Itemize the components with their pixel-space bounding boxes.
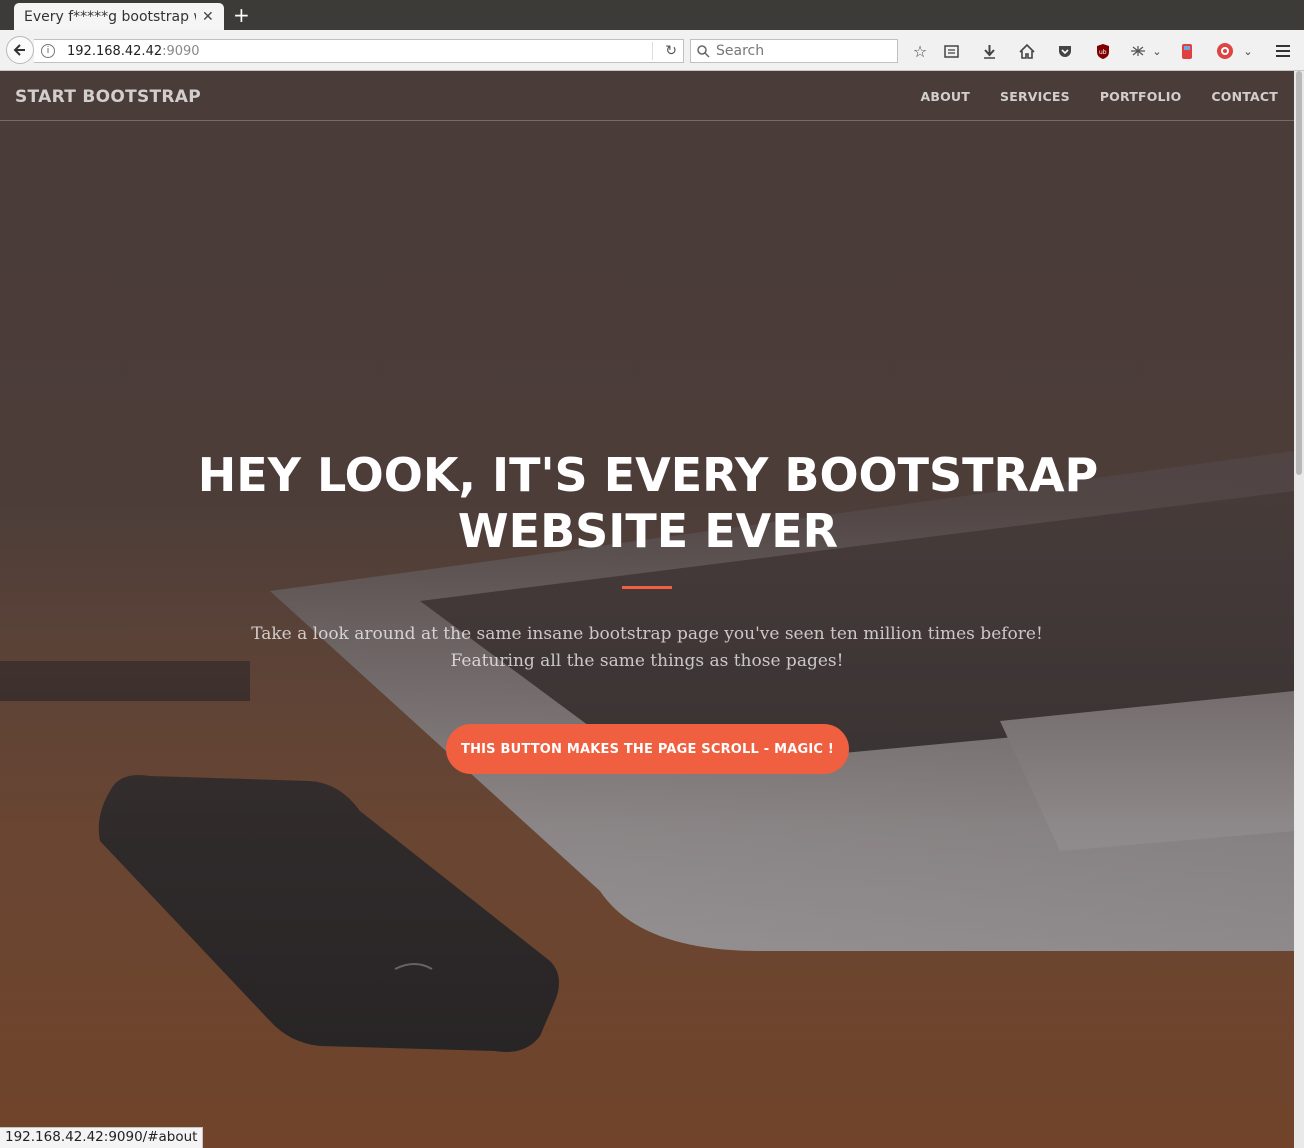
url-text: 192.168.42.42:9090 — [67, 44, 200, 59]
site-brand[interactable]: START BOOTSTRAP — [15, 87, 201, 107]
browser-toolbar: i 192.168.42.42:9090 ↻ Search ☆ ub ⌄ ⌄ — [0, 30, 1304, 71]
nav-portfolio[interactable]: PORTFOLIO — [1100, 89, 1182, 104]
url-bar[interactable]: i 192.168.42.42:9090 ↻ — [34, 39, 684, 63]
browser-tab[interactable]: Every f*****g bootstrap website ever ✕ — [14, 3, 224, 31]
nav-contact[interactable]: CONTACT — [1211, 89, 1278, 104]
nav-services[interactable]: SERVICES — [1000, 89, 1070, 104]
site-navbar: START BOOTSTRAP ABOUT SERVICES PORTFOLIO… — [0, 71, 1294, 121]
new-tab-button[interactable]: + — [233, 4, 250, 26]
pocket-icon[interactable] — [1054, 40, 1076, 62]
hero-heading: HEY LOOK, IT'S EVERY BOOTSTRAP WEBSITE E… — [197, 448, 1099, 558]
scrollbar-thumb[interactable] — [1296, 71, 1302, 475]
hero-subtitle: Take a look around at the same insane bo… — [251, 624, 1043, 671]
url-port: :9090 — [162, 43, 200, 59]
reader-list-icon[interactable] — [940, 40, 962, 62]
page-viewport: START BOOTSTRAP ABOUT SERVICES PORTFOLIO… — [0, 71, 1294, 1148]
url-host: 192.168.42.42 — [67, 43, 163, 59]
reload-icon[interactable]: ↻ — [665, 43, 677, 59]
download-icon[interactable] — [978, 40, 1000, 62]
status-url: 192.168.42.42:9090/#about — [0, 1127, 204, 1148]
url-separator — [652, 42, 653, 60]
site-menu: ABOUT SERVICES PORTFOLIO CONTACT — [890, 89, 1278, 104]
search-bar[interactable]: Search — [690, 39, 898, 63]
page-scrollbar[interactable] — [1294, 71, 1304, 1148]
site-info-icon[interactable]: i — [41, 44, 55, 58]
hero-divider — [622, 586, 672, 589]
home-icon[interactable] — [1016, 40, 1038, 62]
back-arrow-icon — [13, 44, 25, 56]
addon-icon[interactable] — [1214, 40, 1236, 62]
chevron-down-icon[interactable]: ⌄ — [1146, 40, 1168, 62]
scroll-cta-button[interactable]: THIS BUTTON MAKES THE PAGE SCROLL - MAGI… — [446, 724, 849, 774]
search-icon — [697, 44, 710, 58]
search-placeholder: Search — [716, 43, 765, 59]
ublock-icon[interactable]: ub — [1092, 40, 1114, 62]
tab-title: Every f*****g bootstrap website ever — [24, 9, 196, 25]
back-button[interactable] — [6, 36, 34, 64]
hero-overlay — [0, 71, 1294, 1148]
nav-about[interactable]: ABOUT — [920, 89, 970, 104]
close-tab-icon[interactable]: ✕ — [202, 9, 214, 25]
battery-extension-icon[interactable] — [1176, 40, 1198, 62]
hamburger-menu-icon[interactable] — [1272, 40, 1294, 62]
svg-text:ub: ub — [1099, 49, 1107, 56]
chevron-down-icon[interactable]: ⌄ — [1237, 40, 1259, 62]
bookmark-star-icon[interactable]: ☆ — [909, 40, 931, 62]
tab-strip: Every f*****g bootstrap website ever ✕ + — [0, 0, 1304, 31]
